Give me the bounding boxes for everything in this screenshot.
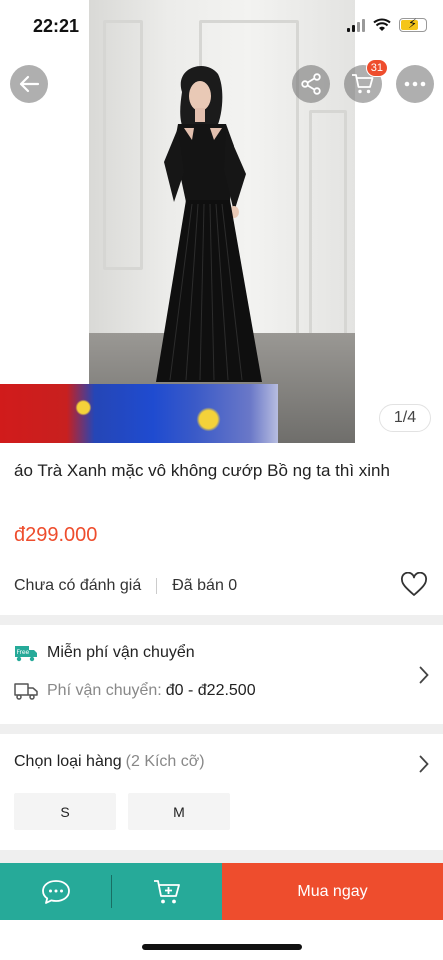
- cart-button[interactable]: 31: [344, 59, 388, 103]
- shipping-fee-value: đ0 - đ22.500: [165, 682, 256, 699]
- variant-title: Chọn loại hàng: [14, 753, 122, 770]
- rating-text: Chưa có đánh giá: [14, 577, 142, 594]
- more-icon: [404, 81, 426, 87]
- chevron-right-icon: [419, 755, 429, 773]
- image-counter: 1/4: [379, 404, 431, 432]
- signal-icon: [347, 18, 365, 32]
- share-icon: [301, 73, 321, 95]
- add-to-cart-icon: [153, 879, 180, 903]
- section-divider: [0, 724, 443, 734]
- back-arrow-icon: [19, 75, 40, 93]
- buy-now-button[interactable]: Mua ngay: [222, 863, 443, 920]
- size-option-m[interactable]: M: [128, 793, 230, 830]
- rating-row: Chưa có đánh giá Đã bán 0: [14, 572, 428, 600]
- section-divider: [0, 850, 443, 863]
- product-title: áo Trà Xanh mặc vô không cướp Bồ ng ta t…: [14, 461, 390, 480]
- truck-icon: [14, 683, 38, 700]
- free-shipping-icon: Free: [15, 646, 37, 662]
- variant-count: (2 Kích cỡ): [125, 753, 205, 770]
- status-time: 22:21: [33, 16, 80, 36]
- bottom-action-bar: Mua ngay: [0, 863, 443, 920]
- add-to-cart-button[interactable]: [111, 863, 222, 920]
- divider: [156, 578, 158, 594]
- censor-overlay: [0, 384, 278, 443]
- product-price: đ299.000: [14, 524, 98, 546]
- chevron-right-icon: [419, 666, 429, 684]
- more-button[interactable]: [396, 65, 434, 103]
- back-button[interactable]: [10, 65, 48, 103]
- cart-count-badge: 31: [365, 59, 388, 77]
- status-bar: 22:21 ⚡: [0, 0, 443, 52]
- wifi-icon: [373, 18, 391, 31]
- heart-icon[interactable]: [400, 572, 428, 598]
- shipping-fee-label: Phí vận chuyển:: [47, 682, 162, 699]
- share-button[interactable]: [292, 65, 330, 103]
- bottom-bar-separator: [111, 875, 112, 908]
- free-tag-text: Free: [17, 649, 30, 656]
- free-shipping-label: Miễn phí vận chuyển: [47, 644, 195, 661]
- section-divider: [0, 615, 443, 625]
- chat-icon: [41, 879, 70, 904]
- battery-icon: ⚡: [399, 16, 427, 32]
- home-indicator: [142, 944, 302, 950]
- size-option-s[interactable]: S: [14, 793, 116, 830]
- sold-count: Đã bán 0: [172, 577, 238, 594]
- chat-button[interactable]: [0, 863, 111, 920]
